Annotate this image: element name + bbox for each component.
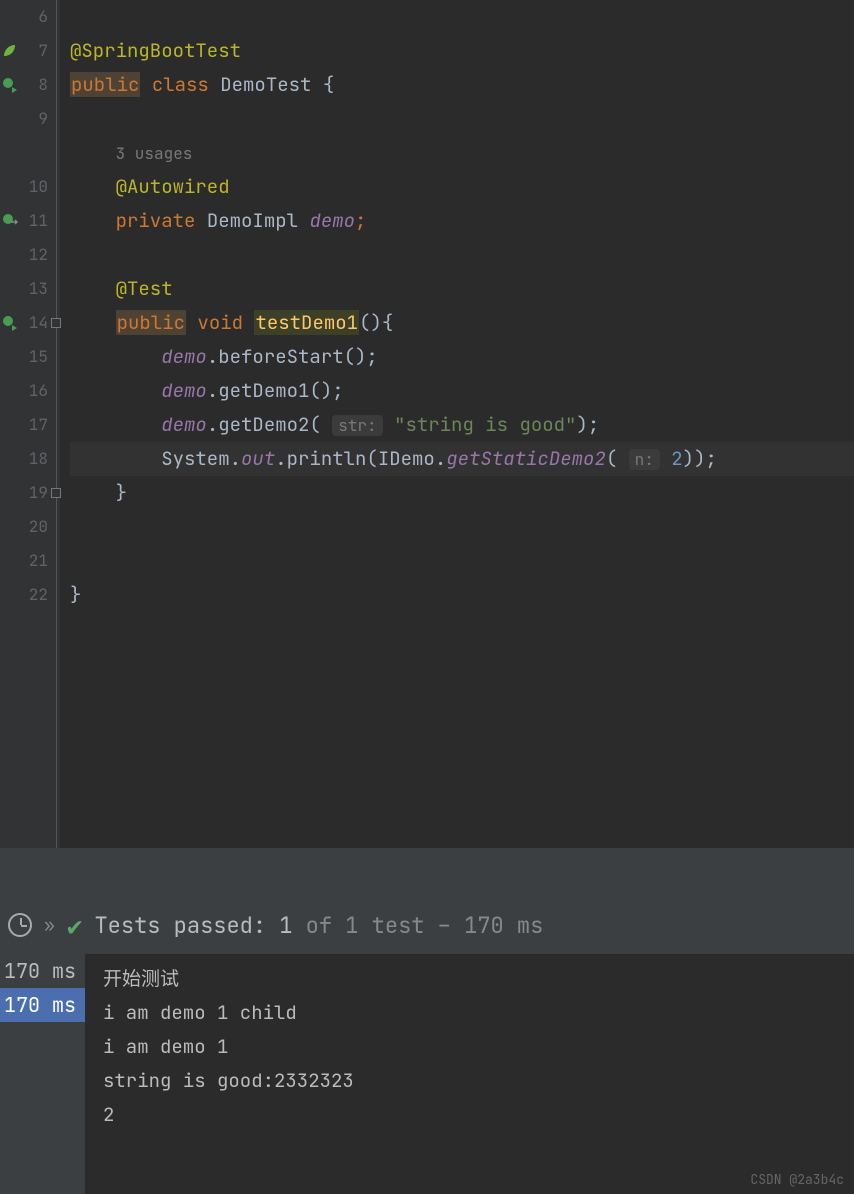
test-results-panel: » ✔ Tests passed: 1 of 1 test – 170 ms 1… — [0, 848, 854, 1194]
line-number: 22 — [0, 578, 48, 612]
line-number: 6 — [0, 0, 48, 34]
code-editor[interactable]: @SpringBootTest public class DemoTest { … — [60, 0, 854, 848]
test-time-row-selected[interactable]: 170 ms — [0, 988, 85, 1022]
line-number: 13 — [0, 272, 48, 306]
test-time-row[interactable]: 170 ms — [0, 954, 85, 988]
line-number: 16 — [0, 374, 48, 408]
code-line: demo.beforeStart(); — [70, 340, 854, 374]
code-line: 3 usages — [70, 136, 854, 170]
code-line — [70, 238, 854, 272]
line-number: 11 — [0, 204, 48, 238]
line-number: 18 — [0, 442, 48, 476]
line-number: 21 — [0, 544, 48, 578]
line-number: 19 — [0, 476, 48, 510]
output-line: 2 — [103, 1098, 836, 1132]
fold-line — [56, 0, 57, 848]
code-line: } — [70, 578, 854, 612]
line-number: 7 — [0, 34, 48, 68]
code-line — [70, 0, 854, 34]
code-line — [70, 544, 854, 578]
run-test-icon[interactable] — [2, 315, 18, 331]
test-header: » ✔ Tests passed: 1 of 1 test – 170 ms — [0, 896, 854, 954]
code-line: public class DemoTest { — [70, 68, 854, 102]
code-line: } — [70, 476, 854, 510]
gutter: 6 7 8 9 10 11 12 13 14 15 16 17 18 19 20… — [0, 0, 60, 848]
code-line: demo.getDemo2( str: "string is good"); — [70, 408, 854, 442]
code-line: private DemoImpl demo; — [70, 204, 854, 238]
line-number: 8 — [0, 68, 48, 102]
code-line — [70, 102, 854, 136]
editor-area: 6 7 8 9 10 11 12 13 14 15 16 17 18 19 20… — [0, 0, 854, 848]
fold-marker[interactable] — [51, 318, 61, 328]
history-icon[interactable] — [8, 913, 32, 937]
fold-marker[interactable] — [51, 488, 61, 498]
code-line-current: System.out.println(IDemo.getStaticDemo2(… — [70, 442, 854, 476]
output-line: string is good:2332323 — [103, 1064, 836, 1098]
line-number: 12 — [0, 238, 48, 272]
line-number — [0, 136, 48, 170]
chevron-right-icon[interactable]: » — [44, 914, 55, 937]
code-line — [70, 510, 854, 544]
line-number: 15 — [0, 340, 48, 374]
line-number: 10 — [0, 170, 48, 204]
output-line: 开始测试 — [103, 962, 836, 996]
watermark: CSDN @2a3b4c — [750, 1171, 844, 1188]
check-icon: ✔ — [67, 908, 83, 943]
code-line: demo.getDemo1(); — [70, 374, 854, 408]
test-tree[interactable]: 170 ms 170 ms — [0, 954, 85, 1194]
line-number: 17 — [0, 408, 48, 442]
bean-icon[interactable] — [2, 213, 18, 229]
code-line: @SpringBootTest — [70, 34, 854, 68]
panel-separator[interactable] — [0, 848, 854, 896]
tests-passed-label: Tests passed: 1 — [94, 911, 292, 940]
code-line: @Test — [70, 272, 854, 306]
test-output[interactable]: 开始测试 i am demo 1 child i am demo 1 strin… — [85, 954, 854, 1194]
output-line: i am demo 1 — [103, 1030, 836, 1064]
line-number: 14 — [0, 306, 48, 340]
run-test-icon[interactable] — [2, 77, 18, 93]
line-number: 9 — [0, 102, 48, 136]
code-line: @Autowired — [70, 170, 854, 204]
output-line: i am demo 1 child — [103, 996, 836, 1030]
code-line: public void testDemo1(){ — [70, 306, 854, 340]
spring-leaf-icon — [2, 43, 18, 59]
line-number: 20 — [0, 510, 48, 544]
tests-rest-label: of 1 test – 170 ms — [292, 911, 543, 940]
